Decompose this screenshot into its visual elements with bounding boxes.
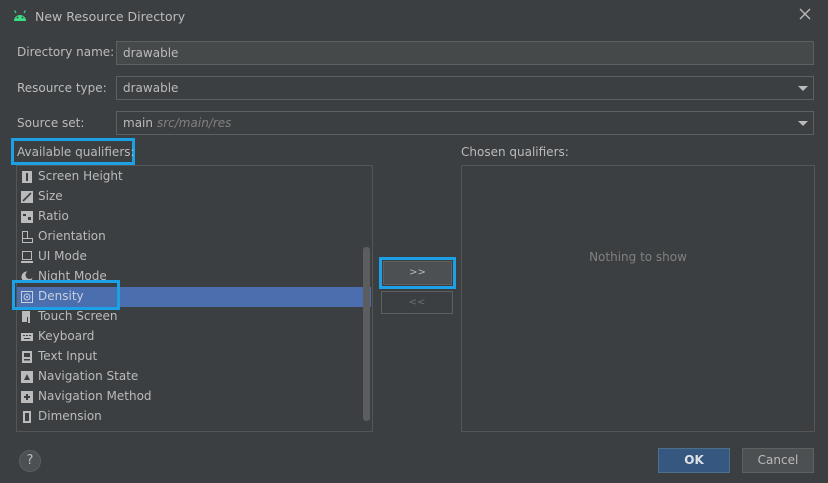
list-item-keyboard[interactable]: Keyboard (17, 327, 371, 347)
directory-name-label: Directory name: (17, 45, 115, 59)
list-item-dimension[interactable]: Dimension (17, 407, 371, 427)
chevron-down-icon (798, 121, 808, 126)
chevron-down-icon (798, 86, 808, 91)
navigation-method-icon (21, 391, 33, 403)
android-icon (13, 10, 27, 21)
list-scrollbar[interactable] (363, 247, 370, 421)
add-qualifier-button[interactable]: >> (383, 261, 452, 285)
cancel-button[interactable]: Cancel (742, 448, 814, 473)
source-set-hint: src/main/res (156, 116, 232, 130)
list-item-ui-mode[interactable]: UI Mode (17, 247, 371, 267)
resource-type-select[interactable]: drawable (116, 76, 814, 100)
list-item-size[interactable]: Size (17, 187, 371, 207)
available-qualifiers-label: Available qualifiers: (17, 145, 135, 159)
source-set-label: Source set: (17, 116, 85, 130)
title-bar: New Resource Directory (0, 0, 828, 33)
dimension-icon (23, 411, 31, 423)
ratio-icon (21, 211, 33, 223)
help-button[interactable]: ? (19, 450, 41, 472)
ok-button[interactable]: OK (658, 448, 730, 473)
source-set-value: main (123, 116, 153, 130)
screen-height-icon (22, 171, 32, 183)
density-highlight (12, 280, 120, 310)
orientation-icon (22, 231, 33, 243)
list-item-screen-height[interactable]: Screen Height (17, 167, 371, 187)
touch-screen-icon (22, 311, 32, 323)
keyboard-icon (21, 333, 33, 341)
list-item-touch-screen[interactable]: Touch Screen (17, 307, 371, 327)
chosen-qualifiers-list[interactable] (461, 165, 815, 432)
list-item-navigation-method[interactable]: Navigation Method (17, 387, 371, 407)
resource-type-label: Resource type: (17, 81, 107, 95)
window-title: New Resource Directory (35, 9, 186, 24)
ui-mode-icon (21, 251, 33, 263)
empty-state-text: Nothing to show (589, 250, 687, 264)
navigation-state-icon (21, 371, 33, 383)
size-icon (21, 191, 33, 203)
directory-name-field[interactable]: drawable (116, 41, 814, 65)
source-set-select[interactable]: main src/main/res (116, 111, 814, 135)
list-item-orientation[interactable]: Orientation (17, 227, 371, 247)
list-item-navigation-state[interactable]: Navigation State (17, 367, 371, 387)
chosen-qualifiers-label: Chosen qualifiers: (461, 145, 569, 159)
resource-type-value: drawable (123, 81, 179, 95)
close-icon[interactable] (798, 7, 812, 21)
text-input-icon (22, 351, 32, 363)
remove-qualifier-button[interactable]: << (381, 291, 453, 314)
list-item-ratio[interactable]: Ratio (17, 207, 371, 227)
list-item-text-input[interactable]: Text Input (17, 347, 371, 367)
